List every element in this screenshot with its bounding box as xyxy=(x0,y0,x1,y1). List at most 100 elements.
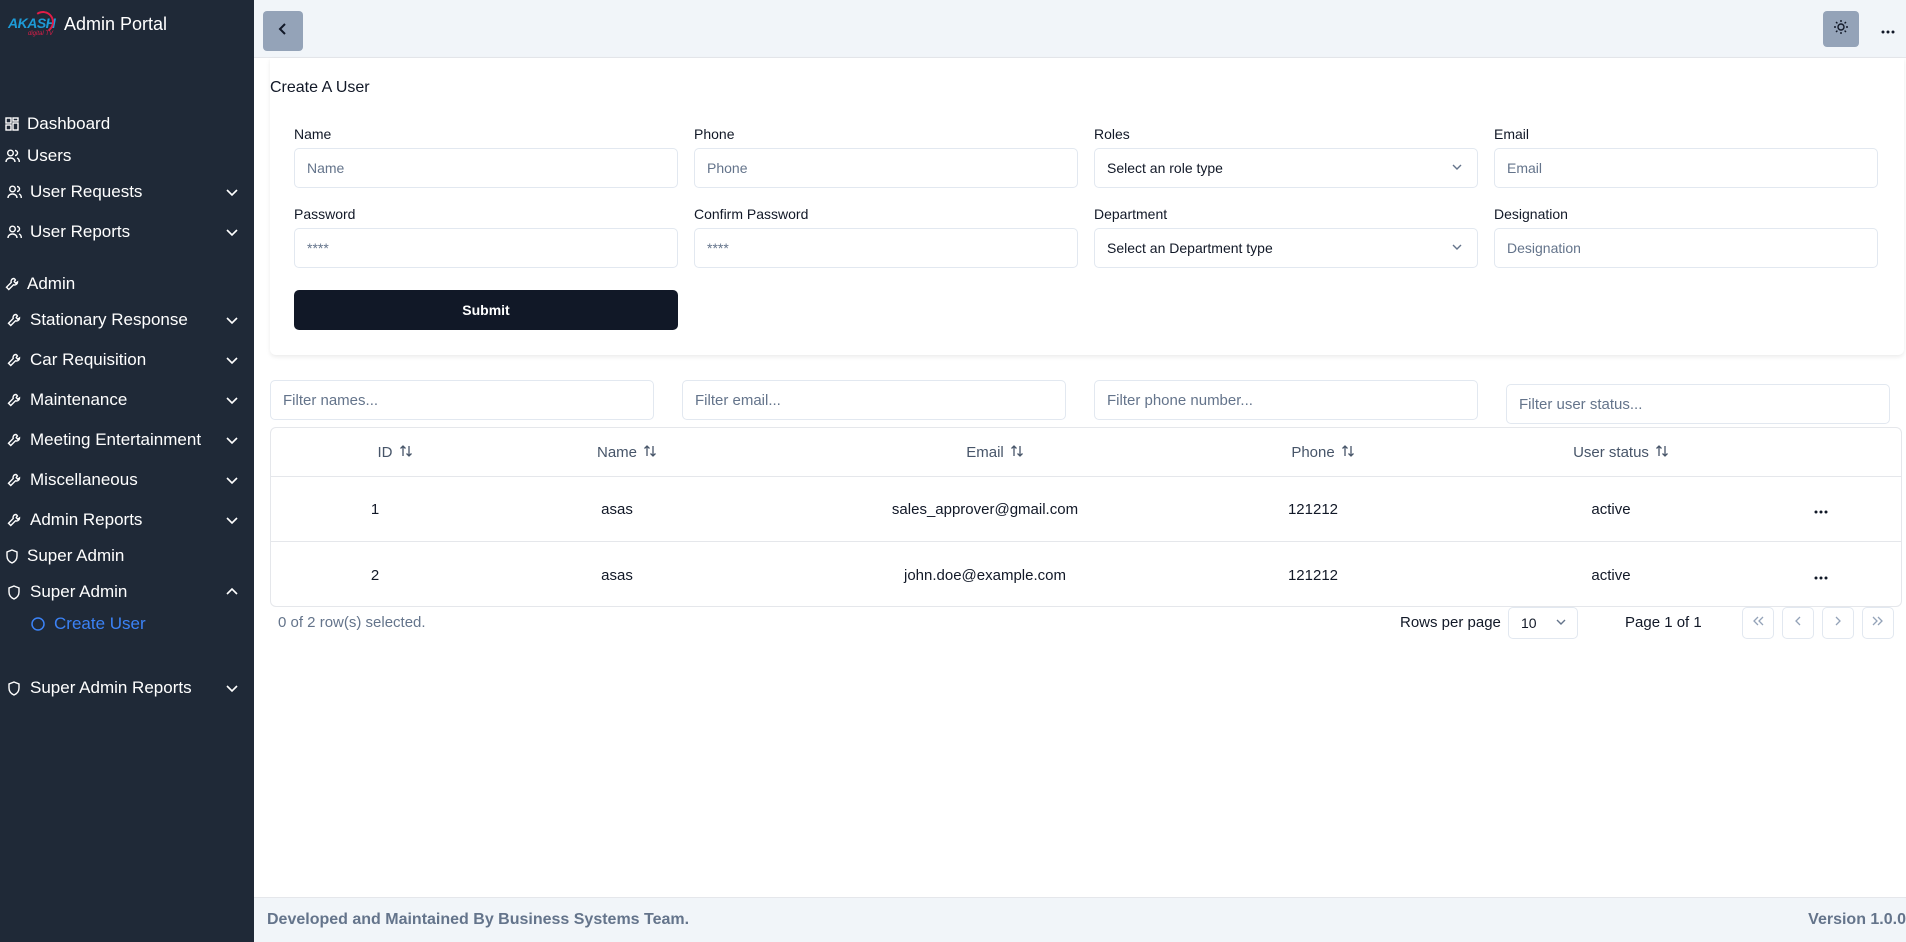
column-header-name[interactable]: Name xyxy=(567,428,687,477)
row-actions-button[interactable] xyxy=(1791,543,1851,608)
column-header-status[interactable]: User status xyxy=(1541,428,1701,477)
cell-id: 1 xyxy=(370,501,380,518)
chevron-down-icon xyxy=(224,680,240,696)
brand[interactable]: AKASH digital TV Admin Portal xyxy=(0,0,254,48)
email-input[interactable]: Email xyxy=(1494,148,1878,188)
chevron-down-icon xyxy=(224,224,240,240)
sidebar-item-user-requests[interactable]: User Requests xyxy=(0,180,254,204)
circle-icon xyxy=(30,616,46,632)
chevron-down-icon xyxy=(1555,615,1567,631)
sun-icon xyxy=(1833,19,1849,40)
sidebar-item-label: Car Requisition xyxy=(30,350,147,369)
submit-button[interactable]: Submit xyxy=(294,290,678,330)
company-logo: AKASH digital TV xyxy=(6,9,56,39)
sidebar-item-admin[interactable]: Admin xyxy=(0,272,254,296)
sidebar-item-create-user[interactable]: Create User xyxy=(0,612,254,636)
page-info: Page 1 of 1 xyxy=(1625,614,1702,631)
wrench-icon xyxy=(6,352,22,368)
sort-icon xyxy=(1010,444,1024,462)
sidebar-item-label: Super Admin xyxy=(27,546,125,565)
table-row[interactable]: 1 asas sales_approver@gmail.com 121212 a… xyxy=(271,477,1901,542)
ellipsis-icon xyxy=(1881,21,1895,39)
sidebar-item-meeting-entertainment[interactable]: Meeting Entertainment xyxy=(0,428,254,452)
sidebar-item-stationary-response[interactable]: Stationary Response xyxy=(0,308,254,332)
wrench-icon xyxy=(6,512,22,528)
email-label: Email xyxy=(1494,126,1530,142)
column-header-id[interactable]: ID xyxy=(335,428,455,477)
roles-select[interactable]: Select an role type xyxy=(1094,148,1478,188)
wrench-icon xyxy=(6,432,22,448)
filter-status-input[interactable]: Filter user status... xyxy=(1506,384,1890,424)
previous-page-button[interactable] xyxy=(1782,607,1814,639)
first-page-button[interactable] xyxy=(1742,607,1774,639)
chevron-down-icon xyxy=(224,512,240,528)
collapse-sidebar-button[interactable] xyxy=(263,11,303,51)
users-icon xyxy=(4,148,20,164)
grid-icon xyxy=(4,116,20,132)
sidebar-item-label: Dashboard xyxy=(27,114,111,133)
sidebar-item-super-admin-reports[interactable]: Super Admin Reports xyxy=(0,676,254,700)
cell-name: asas xyxy=(601,501,633,518)
sidebar-item-maintenance[interactable]: Maintenance xyxy=(0,388,254,412)
last-page-button[interactable] xyxy=(1862,607,1894,639)
column-header-label: Phone xyxy=(1291,444,1335,461)
shield-icon xyxy=(6,584,22,600)
chevron-down-icon xyxy=(1451,240,1463,256)
next-page-button[interactable] xyxy=(1822,607,1854,639)
chevrons-right-icon xyxy=(1871,614,1885,632)
cell-name: asas xyxy=(601,567,633,584)
phone-input[interactable]: Phone xyxy=(694,148,1078,188)
chevron-left-icon xyxy=(275,21,291,42)
sidebar-item-label: Super Admin Reports xyxy=(30,678,192,697)
wrench-icon xyxy=(6,312,22,328)
rows-per-page-label: Rows per page xyxy=(1400,614,1501,631)
sidebar-item-dashboard[interactable]: Dashboard xyxy=(0,112,254,136)
chevrons-left-icon xyxy=(1751,614,1765,632)
designation-input[interactable]: Designation xyxy=(1494,228,1878,268)
chevron-down-icon xyxy=(224,472,240,488)
logo-sub: digital TV xyxy=(28,31,54,37)
roles-label: Roles xyxy=(1094,126,1130,142)
name-input[interactable]: Name xyxy=(294,148,678,188)
chevron-left-icon xyxy=(1792,614,1804,632)
chevron-down-icon xyxy=(224,432,240,448)
sidebar-item-super-admin[interactable]: Super Admin xyxy=(0,544,254,568)
users-table: ID Name Email Phone User status 1 asas s… xyxy=(270,427,1902,607)
sidebar-item-admin-reports[interactable]: Admin Reports xyxy=(0,508,254,532)
department-label: Department xyxy=(1094,206,1168,222)
table-header: ID Name Email Phone User status xyxy=(271,428,1901,477)
sidebar-item-car-requisition[interactable]: Car Requisition xyxy=(0,348,254,372)
name-label: Name xyxy=(294,126,332,142)
cell-email: john.doe@example.com xyxy=(904,567,1066,584)
users-icon xyxy=(6,224,22,240)
sort-icon xyxy=(643,444,657,462)
sidebar-item-users[interactable]: Users xyxy=(0,144,254,168)
rows-per-page-select[interactable]: 10 xyxy=(1508,607,1578,639)
password-input[interactable]: **** xyxy=(294,228,678,268)
sidebar-item-super-admin-group[interactable]: Super Admin xyxy=(0,580,254,604)
column-header-email[interactable]: Email xyxy=(895,428,1095,477)
row-actions-button[interactable] xyxy=(1791,477,1851,542)
cell-id: 2 xyxy=(370,567,380,584)
chevron-up-icon xyxy=(224,584,240,600)
theme-toggle-button[interactable] xyxy=(1823,11,1859,47)
filter-email-input[interactable]: Filter email... xyxy=(682,380,1066,420)
shield-icon xyxy=(6,680,22,696)
filter-phone-input[interactable]: Filter phone number... xyxy=(1094,380,1478,420)
confirm-password-input[interactable]: **** xyxy=(694,228,1078,268)
name-field-group: Name Name xyxy=(294,126,678,188)
selection-info: 0 of 2 row(s) selected. xyxy=(278,614,426,631)
column-header-label: Email xyxy=(966,444,1004,461)
sidebar-item-user-reports[interactable]: User Reports xyxy=(0,220,254,244)
column-header-label: Name xyxy=(596,444,637,461)
shield-icon xyxy=(4,548,20,564)
table-row[interactable]: 2 asas john.doe@example.com 121212 activ… xyxy=(271,543,1901,608)
more-options-button[interactable] xyxy=(1876,18,1900,42)
filter-names-input[interactable]: Filter names... xyxy=(270,380,654,420)
email-field-group: Email Email xyxy=(1494,126,1878,188)
password-field-group: Password **** xyxy=(294,206,678,268)
column-header-phone[interactable]: Phone xyxy=(1263,428,1383,477)
sidebar-item-label: Admin xyxy=(27,274,76,293)
sidebar-item-miscellaneous[interactable]: Miscellaneous xyxy=(0,468,254,492)
department-select[interactable]: Select an Department type xyxy=(1094,228,1478,268)
